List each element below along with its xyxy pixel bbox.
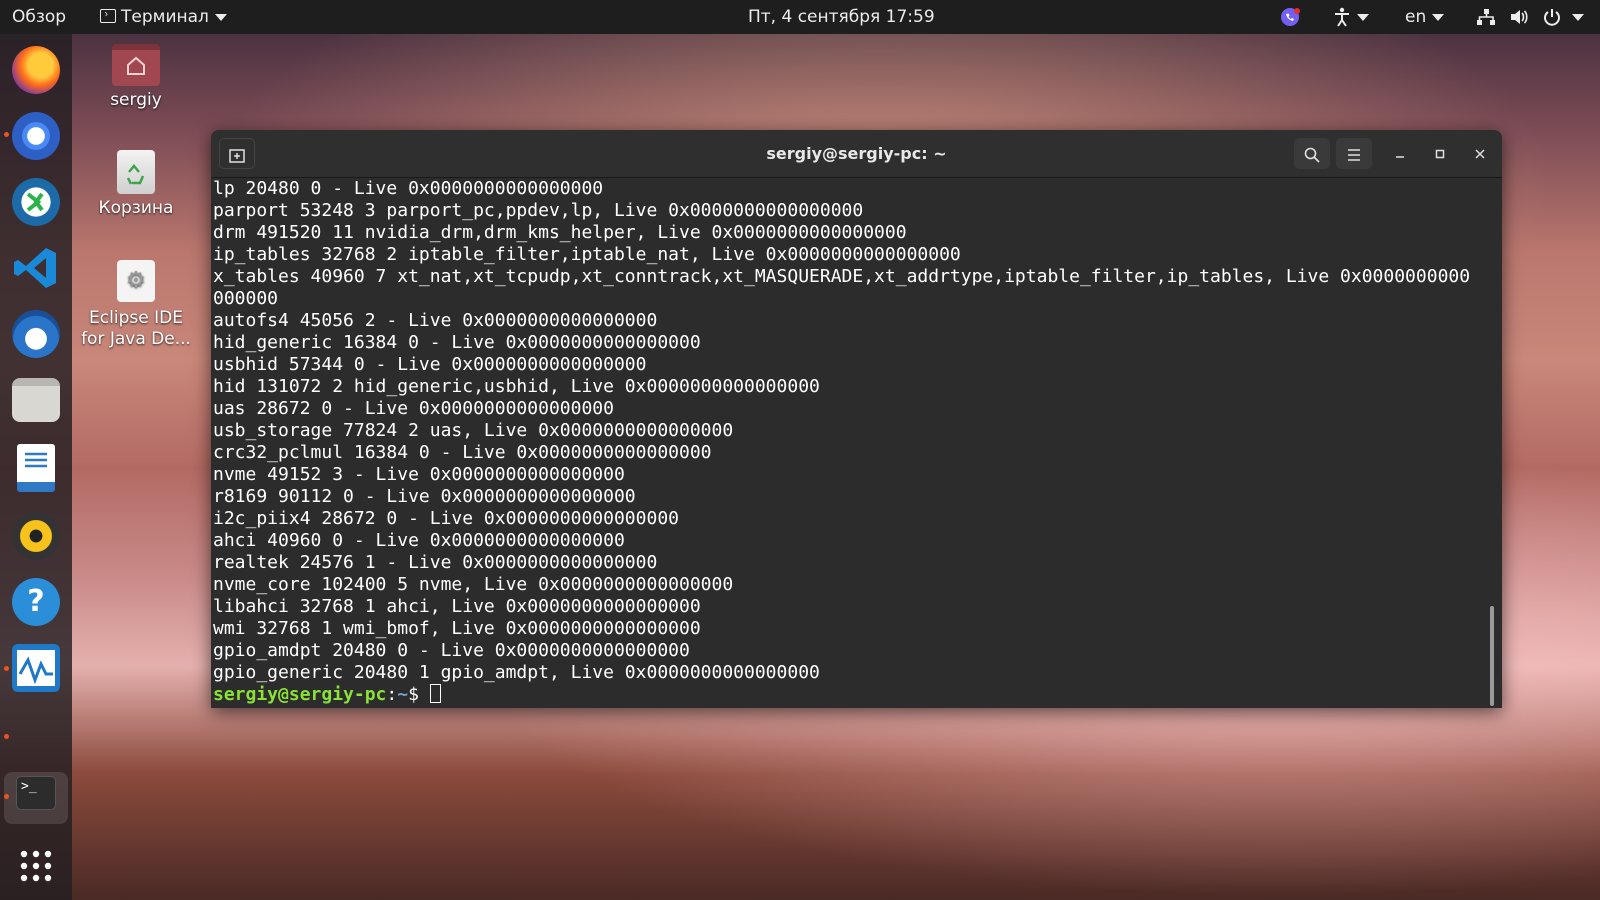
chevron-down-icon: [1357, 13, 1369, 21]
desktop-trash-label: Корзина: [98, 198, 174, 218]
accessibility-menu[interactable]: [1333, 0, 1369, 34]
firefox-icon[interactable]: [12, 46, 60, 94]
output-line: ip_tables 32768 2 iptable_filter,iptable…: [213, 244, 961, 265]
language-menu[interactable]: en: [1405, 0, 1445, 34]
top-bar: Обзор Терминал Пт, 4 сентября 17:59 en: [0, 0, 1600, 34]
output-line: realtek 24576 1 - Live 0x000000000000000…: [213, 552, 658, 573]
text-cursor: [429, 684, 441, 703]
minimize-icon: [1396, 156, 1404, 158]
desktop-eclipse[interactable]: ⚙ Eclipse IDE for Java De...: [76, 260, 196, 350]
writer-icon[interactable]: [17, 444, 55, 492]
desktop-home[interactable]: sergiy: [76, 44, 196, 111]
dock: ? >_: [0, 34, 72, 900]
help-icon[interactable]: ?: [12, 578, 60, 626]
terminal-output[interactable]: lp 20480 0 - Live 0x0000000000000000 parp…: [213, 178, 1485, 708]
output-line: usbhid 57344 0 - Live 0x0000000000000000: [213, 354, 647, 375]
monitor-icon[interactable]: [12, 644, 60, 692]
app-grid-icon[interactable]: [12, 842, 60, 890]
running-indicator: [4, 666, 9, 671]
activities-button[interactable]: Обзор: [12, 0, 66, 34]
clock[interactable]: Пт, 4 сентября 17:59: [748, 0, 935, 34]
output-line: wmi 32768 1 wmi_bmof, Live 0x00000000000…: [213, 618, 701, 639]
terminal-window: sergiy@sergiy-pc: ~ lp 20480 0 - Live 0x…: [211, 130, 1502, 708]
power-icon: [1543, 9, 1560, 26]
prompt-user: sergiy@sergiy-pc: [213, 684, 387, 705]
running-indicator: [4, 794, 9, 799]
vscode-icon[interactable]: [12, 244, 60, 292]
desktop-eclipse-label-1: Eclipse IDE: [89, 308, 183, 328]
gear-icon: ⚙: [117, 260, 155, 302]
output-line: r8169 90112 0 - Live 0x0000000000000000: [213, 486, 636, 507]
terminal-icon[interactable]: >_: [16, 776, 56, 810]
scrollbar[interactable]: [1490, 606, 1494, 706]
menu-button[interactable]: [1336, 138, 1372, 169]
network-icon: [1477, 9, 1495, 25]
output-line: crc32_pclmul 16384 0 - Live 0x0000000000…: [213, 442, 712, 463]
output-line: parport 53248 3 parport_pc,ppdev,lp, Liv…: [213, 200, 864, 221]
minimize-button[interactable]: [1386, 140, 1414, 168]
output-line: nvme 49152 3 - Live 0x0000000000000000: [213, 464, 625, 485]
prompt-path: ~: [397, 684, 409, 705]
desktop-trash[interactable]: Корзина: [76, 150, 196, 219]
maximize-icon: [1435, 149, 1445, 159]
output-line: lp 20480 0 - Live 0x0000000000000000: [213, 178, 604, 199]
output-line: ahci 40960 0 - Live 0x0000000000000000: [213, 530, 625, 551]
running-indicator: [4, 734, 9, 739]
output-line: hid_generic 16384 0 - Live 0x00000000000…: [213, 332, 701, 353]
accessibility-icon: [1335, 7, 1349, 27]
output-lines: lp 20480 0 - Live 0x0000000000000000 parp…: [213, 178, 1485, 684]
rhythmbox-icon[interactable]: [12, 512, 60, 560]
prompt-line: sergiy@sergiy-pc:~$: [213, 684, 1485, 706]
chevron-down-icon: [1572, 13, 1585, 21]
output-line: i2c_piix4 28672 0 - Live 0x0000000000000…: [213, 508, 679, 529]
output-line: uas 28672 0 - Live 0x0000000000000000: [213, 398, 614, 419]
output-line: nvme_core 102400 5 nvme, Live 0x00000000…: [213, 574, 734, 595]
prompt-separator: :: [386, 684, 398, 705]
output-line: usb_storage 77824 2 uas, Live 0x00000000…: [213, 420, 734, 441]
output-line: 000000: [213, 288, 279, 309]
output-line: gpio_amdpt 20480 0 - Live 0x000000000000…: [213, 640, 690, 661]
running-indicator: [4, 132, 9, 137]
maximize-button[interactable]: [1426, 140, 1454, 168]
output-line: drm 491520 11 nvidia_drm,drm_kms_helper,…: [213, 222, 907, 243]
files-icon[interactable]: [12, 378, 60, 422]
desktop-eclipse-label-2: for Java De...: [81, 329, 191, 349]
chevron-down-icon: [214, 13, 227, 21]
remmina-icon[interactable]: [12, 178, 60, 226]
app-menu[interactable]: Терминал: [100, 0, 227, 34]
chevron-down-icon: [1432, 13, 1445, 21]
volume-icon: [1511, 10, 1528, 24]
close-button[interactable]: [1466, 140, 1494, 168]
language-label: en: [1405, 7, 1427, 27]
prompt-symbol: $: [408, 684, 430, 705]
viber-icon[interactable]: [1279, 0, 1301, 34]
trash-icon: [117, 150, 155, 194]
desktop-home-label: sergiy: [110, 90, 162, 110]
title-bar[interactable]: sergiy@sergiy-pc: ~: [211, 130, 1502, 178]
output-line: hid 131072 2 hid_generic,usbhid, Live 0x…: [213, 376, 820, 397]
output-line: gpio_generic 20480 1 gpio_amdpt, Live 0x…: [213, 662, 820, 683]
hamburger-icon: [1348, 148, 1360, 161]
output-line: x_tables 40960 7 xt_nat,xt_tcpudp,xt_con…: [213, 266, 1471, 287]
chromium-icon[interactable]: [12, 112, 60, 160]
app-menu-label: Терминал: [121, 7, 209, 27]
home-folder-icon: [112, 44, 160, 86]
output-line: libahci 32768 1 ahci, Live 0x00000000000…: [213, 596, 701, 617]
thunderbird-icon[interactable]: [12, 310, 60, 358]
output-line: autofs4 45056 2 - Live 0x000000000000000…: [213, 310, 658, 331]
search-icon: [1304, 147, 1320, 163]
close-icon: [1475, 149, 1485, 159]
system-menu[interactable]: [1476, 0, 1585, 34]
search-button[interactable]: [1294, 138, 1330, 169]
terminal-small-icon: [100, 9, 116, 23]
